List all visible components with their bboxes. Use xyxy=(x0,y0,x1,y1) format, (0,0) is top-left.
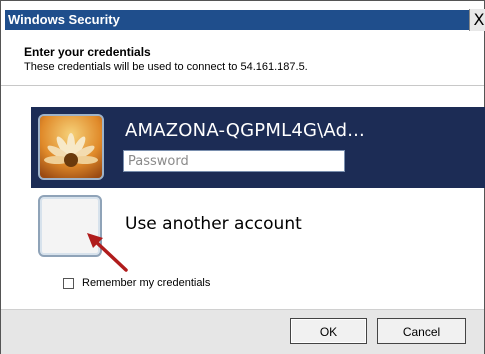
window-title: Windows Security xyxy=(8,12,120,27)
flower-avatar-graphic xyxy=(40,116,102,178)
password-field[interactable] xyxy=(123,150,345,172)
ok-button[interactable]: OK xyxy=(290,318,367,344)
use-another-account-link[interactable]: Use another account xyxy=(125,214,302,234)
cancel-button[interactable]: Cancel xyxy=(377,318,466,344)
close-button[interactable]: X xyxy=(469,9,485,31)
remember-credentials-label[interactable]: Remember my credentials xyxy=(82,277,210,289)
flower-avatar-icon xyxy=(38,114,104,180)
red-arrow-annotation-icon xyxy=(87,233,128,272)
credentials-dialog: Windows Security X Enter your credential… xyxy=(0,0,485,354)
remember-credentials-checkbox[interactable] xyxy=(63,278,74,289)
dialog-description: These credentials will be used to connec… xyxy=(24,61,308,73)
dialog-heading: Enter your credentials xyxy=(24,45,151,59)
selected-account-name: AMAZONA-QGPML4G\Ad... xyxy=(125,120,365,141)
header-divider xyxy=(1,85,484,86)
title-bar: Windows Security X xyxy=(1,1,485,31)
